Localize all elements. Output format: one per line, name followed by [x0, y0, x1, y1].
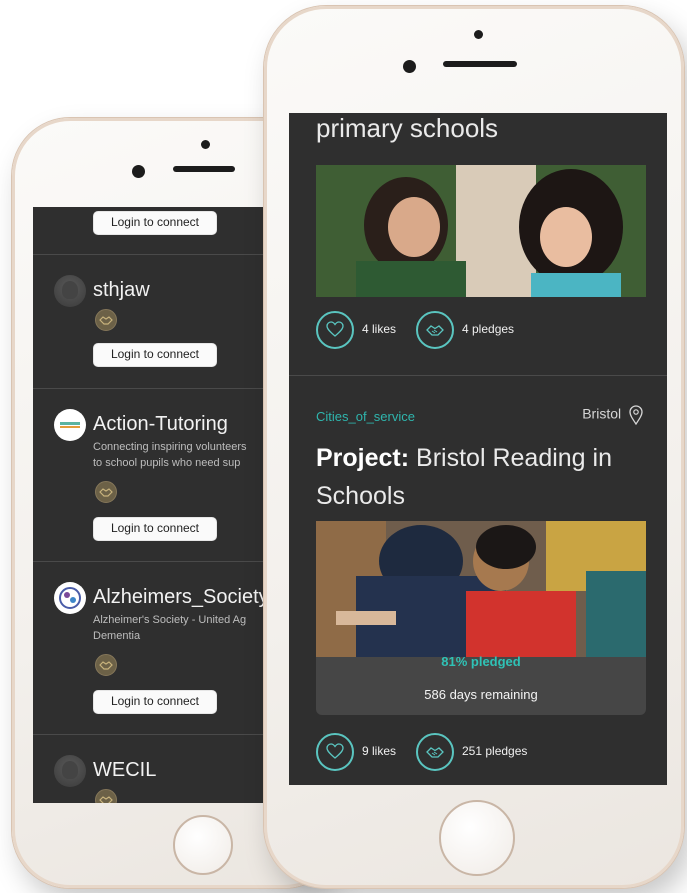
avatar[interactable]	[54, 582, 86, 614]
handshake-icon	[95, 481, 117, 503]
front-camera	[132, 165, 145, 178]
list-item: sthjaw Login to connect	[33, 255, 269, 389]
org-description: to school pupils who need sup	[93, 457, 241, 469]
projects-feed-screen: primary schools 4 likes 4 pledges Cities…	[289, 113, 667, 785]
earpiece-speaker	[443, 61, 517, 67]
pledges-count: 251 pledges	[462, 744, 528, 758]
project-photo[interactable]	[316, 165, 646, 297]
pledges-count: 4 pledges	[462, 322, 515, 336]
home-button[interactable]	[173, 815, 233, 875]
avatar[interactable]	[54, 755, 86, 787]
category-tag[interactable]: Cities_of_service	[316, 409, 415, 424]
likes-count: 4 likes	[362, 322, 397, 336]
handshake-icon[interactable]	[416, 311, 454, 349]
project-title-prefix: Project:	[316, 444, 410, 472]
project-photo[interactable]	[316, 521, 646, 657]
project-title-fragment[interactable]: primary schools	[316, 113, 498, 144]
likes-count: 9 likes	[362, 744, 397, 758]
org-name[interactable]: Alzheimers_Society	[93, 586, 269, 609]
front-camera	[403, 60, 416, 73]
heart-icon[interactable]	[316, 311, 354, 349]
handshake-icon	[95, 309, 117, 331]
login-to-connect-button[interactable]: Login to connect	[93, 690, 217, 714]
home-button[interactable]	[439, 800, 515, 876]
handshake-icon	[95, 654, 117, 676]
org-description: Dementia	[93, 630, 141, 642]
right-phone: primary schools 4 likes 4 pledges Cities…	[264, 6, 684, 888]
project-title[interactable]: Project: Bristol Reading in Schools	[316, 439, 646, 515]
org-description: Connecting inspiring volunteers	[93, 441, 247, 453]
login-to-connect-button[interactable]: Login to connect	[93, 343, 217, 367]
pledge-progress-panel: 81% pledged 586 days remaining	[316, 654, 646, 715]
location-pin-icon	[629, 405, 643, 425]
login-to-connect-button[interactable]: Login to connect	[93, 211, 217, 235]
earpiece-speaker	[173, 166, 235, 172]
org-description: Alzheimer's Society - United Ag	[93, 614, 247, 626]
handshake-icon[interactable]	[416, 733, 454, 771]
pledged-percent: 81% pledged	[441, 654, 521, 669]
avatar[interactable]	[54, 409, 86, 441]
days-remaining: 586 days remaining	[424, 687, 538, 702]
proximity-sensor	[201, 140, 210, 149]
user-name[interactable]: sthjaw	[93, 279, 150, 302]
list-item: Alzheimers_Society Alzheimer's Society -…	[33, 562, 269, 735]
list-item: Action-Tutoring Connecting inspiring vol…	[33, 389, 269, 562]
heart-icon[interactable]	[316, 733, 354, 771]
location-name: Bristol	[582, 405, 622, 422]
list-item: WECIL	[33, 735, 269, 803]
org-name[interactable]: Action-Tutoring	[93, 413, 228, 436]
card-divider	[289, 375, 667, 376]
user-name[interactable]: WECIL	[93, 759, 156, 782]
avatar[interactable]	[54, 275, 86, 307]
list-item: Login to connect	[33, 207, 269, 255]
handshake-icon	[95, 789, 117, 803]
proximity-sensor	[474, 30, 483, 39]
location-label: Bristol	[582, 405, 643, 425]
login-to-connect-button[interactable]: Login to connect	[93, 517, 217, 541]
connections-screen: Login to connect sthjaw Login to connect…	[33, 207, 269, 803]
